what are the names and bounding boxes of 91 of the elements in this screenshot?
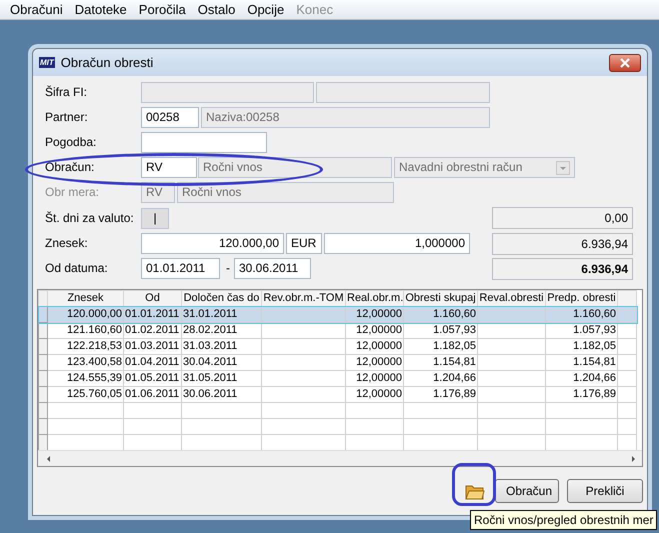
table-cell: 01.01.2011 xyxy=(124,306,182,322)
table-cell: 125.760,05 xyxy=(48,386,124,402)
table-cell: 1.204,66 xyxy=(404,370,478,386)
field-label: Št. dni za valuto: xyxy=(45,210,135,226)
table-cell: 12,00000 xyxy=(346,322,404,338)
input-field[interactable]: Ročni vnos xyxy=(198,157,392,178)
table-cell: 121.160,60 xyxy=(48,322,124,338)
table-cell: 12,00000 xyxy=(346,338,404,354)
close-icon xyxy=(619,58,631,68)
field-label: Obr mera: xyxy=(45,185,100,200)
input-field[interactable]: 120.000,00 xyxy=(141,233,284,254)
input-field[interactable]: | xyxy=(141,208,169,228)
table-row[interactable]: 123.400,58 01.04.2011 30.04.2011 12,00000 1.154,81 1.154,81 xyxy=(38,354,636,370)
input-field[interactable]: EUR xyxy=(286,233,322,254)
total-field: 6.936,94 xyxy=(492,258,633,280)
dropdown-value: Navadni obrestni račun xyxy=(399,160,522,175)
horizontal-scrollbar[interactable] xyxy=(38,450,642,466)
column-header[interactable]: Določen čas do xyxy=(182,290,262,306)
table-cell: 01.06.2011 xyxy=(124,386,182,402)
table-cell: 1.176,89 xyxy=(404,386,478,402)
column-header[interactable]: Predp. obresti xyxy=(546,290,618,306)
table-cell: 1.182,05 xyxy=(546,338,618,354)
table-cell: 1.057,93 xyxy=(546,322,618,338)
close-button[interactable] xyxy=(609,54,641,72)
table-cell: 30.06.2011 xyxy=(182,386,262,402)
input-field[interactable] xyxy=(141,82,314,103)
input-field[interactable] xyxy=(316,82,490,103)
table-cell: 31.03.2011 xyxy=(182,338,262,354)
table-cell: 01.05.2011 xyxy=(124,370,182,386)
app-logo: MIT xyxy=(39,56,55,68)
input-field[interactable]: 1,000000 xyxy=(324,233,470,254)
table-cell: 1.154,81 xyxy=(546,354,618,370)
input-field[interactable] xyxy=(141,132,267,153)
menu-item[interactable]: Datoteke xyxy=(68,0,133,19)
tooltip: Ročni vnos/pregled obrestnih mer xyxy=(470,510,658,530)
table-cell: 28.02.2011 xyxy=(182,322,262,338)
total-field: 0,00 xyxy=(492,207,633,229)
table-cell: 12,00000 xyxy=(346,306,404,322)
input-field[interactable]: 30.06.2011 xyxy=(234,258,311,279)
window-title: Obračun obresti xyxy=(60,54,154,70)
table-row[interactable]: 120.000,00 01.01.2011 31.01.2011 12,00000 1.160,60 1.160,60 xyxy=(38,306,636,322)
table-row[interactable]: 125.760,05 01.06.2011 30.06.2011 12,00000 1.176,89 1.176,89 xyxy=(38,386,636,402)
dialog-button[interactable]: Prekliči xyxy=(567,479,643,503)
column-header[interactable]: Znesek xyxy=(48,290,124,306)
table-cell: 01.04.2011 xyxy=(124,354,182,370)
field-label: Obračun: xyxy=(45,160,96,175)
table-row[interactable]: 121.160,60 01.02.2011 28.02.2011 12,00000 1.057,93 1.057,93 xyxy=(38,322,636,338)
field-label: Od datuma: xyxy=(45,261,109,276)
table-cell: 12,00000 xyxy=(346,354,404,370)
dropdown[interactable]: Navadni obrestni račun xyxy=(394,157,575,178)
table-cell: 123.400,58 xyxy=(48,354,124,370)
menu-item[interactable]: Ostalo xyxy=(192,0,242,19)
field-label: Partner: xyxy=(45,110,89,125)
menu-item[interactable]: Poročila xyxy=(132,0,192,19)
input-field[interactable]: RV xyxy=(141,157,197,178)
field-label: Šifra FI: xyxy=(45,85,88,100)
input-field[interactable]: 01.01.2011 xyxy=(141,258,220,279)
table-cell: 1.204,66 xyxy=(546,370,618,386)
table-cell: 122.218,53 xyxy=(48,338,124,354)
column-header[interactable]: Obresti skupaj xyxy=(404,290,478,306)
date-separator: - xyxy=(226,261,230,276)
input-field[interactable]: 00258 xyxy=(141,107,199,128)
column-header[interactable]: Rev.obr.m.-TOM xyxy=(262,290,346,306)
table-cell: 01.03.2011 xyxy=(124,338,182,354)
table-cell: 1.057,93 xyxy=(404,322,478,338)
total-field: 6.936,94 xyxy=(492,232,633,254)
table-cell: 1.176,89 xyxy=(546,386,618,402)
table-cell: 12,00000 xyxy=(346,386,404,402)
menu-item[interactable]: Opcije xyxy=(241,0,290,19)
field-label: Pogodba: xyxy=(45,135,98,150)
field-label: Znesek: xyxy=(45,236,89,251)
table-cell: 30.04.2011 xyxy=(182,354,262,370)
input-field[interactable]: Naziva:00258 xyxy=(201,107,490,128)
table-row[interactable]: 122.218,53 01.03.2011 31.03.2011 12,00000 1.182,05 1.182,05 xyxy=(38,338,636,354)
table-cell: 124.555,39 xyxy=(48,370,124,386)
column-header[interactable]: Reval.obresti xyxy=(478,290,546,306)
table-cell: 1.154,81 xyxy=(404,354,478,370)
table-cell: 1.182,05 xyxy=(404,338,478,354)
table-cell: 12,00000 xyxy=(346,370,404,386)
column-header[interactable]: Od xyxy=(124,290,182,306)
table-cell: 120.000,00 xyxy=(48,306,124,322)
menu-item[interactable]: Obračuni xyxy=(4,0,69,19)
column-header[interactable]: Real.obr.m. xyxy=(346,290,404,306)
table-row[interactable]: 124.555,39 01.05.2011 31.05.2011 12,00000 1.204,66 1.204,66 xyxy=(38,370,636,386)
table-cell: 1.160,60 xyxy=(546,306,618,322)
table-cell: 31.05.2011 xyxy=(182,370,262,386)
dialog-button[interactable]: Obračun xyxy=(495,479,559,503)
table-cell: 01.02.2011 xyxy=(124,322,182,338)
table-cell: 1.160,60 xyxy=(404,306,478,322)
table-cell: 31.01.2011 xyxy=(182,306,262,322)
highlight-ring xyxy=(452,463,496,506)
